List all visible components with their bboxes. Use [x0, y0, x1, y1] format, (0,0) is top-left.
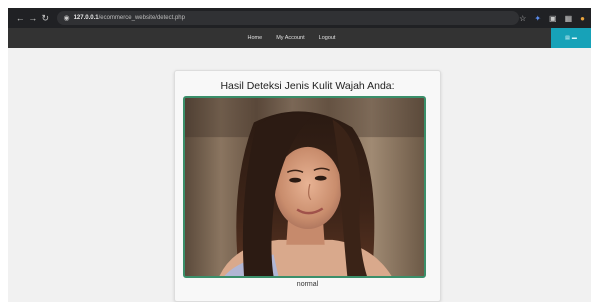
nav-logout-link[interactable]: Logout [319, 35, 336, 41]
page-content: Hasil Deteksi Jenis Kulit Wajah Anda: no… [8, 48, 591, 302]
profile-avatar-icon[interactable]: ● [580, 14, 585, 23]
detection-result: normal [296, 281, 319, 288]
url-path: /ecommerce_website/detect.php [98, 15, 185, 21]
bookmark-star-icon[interactable]: ☆ [519, 14, 526, 23]
cart-icon: ▤ [565, 35, 570, 41]
arrow-right-icon[interactable]: → [26, 13, 38, 23]
result-card: Hasil Deteksi Jenis Kulit Wajah Anda: no… [174, 70, 441, 302]
result-title: Hasil Deteksi Jenis Kulit Wajah Anda: [220, 80, 395, 92]
reload-icon[interactable]: ↻ [39, 13, 51, 24]
nav-my-account-link[interactable]: My Account [276, 35, 304, 41]
nav-home-link[interactable]: Home [248, 35, 263, 41]
cart-button[interactable]: ▤ ▬ [551, 28, 591, 48]
cart-label: ▬ [571, 35, 577, 41]
arrow-left-icon[interactable]: ← [14, 13, 26, 23]
site-info-icon[interactable]: ◉ [63, 14, 69, 22]
browser-toolbar: ← → ↻ ◉ 127.0.0.1 /ecommerce_website/det… [8, 8, 591, 28]
face-photo-image [185, 98, 424, 276]
extensions-puzzle-icon[interactable]: ▦ [565, 14, 573, 23]
extension-icons: ☆ ✦ ▣ ▦ ● [519, 14, 585, 23]
extension-icon[interactable]: ✦ [534, 14, 541, 23]
url-host: 127.0.0.1 [73, 15, 99, 21]
extension-icon[interactable]: ▣ [549, 14, 557, 23]
face-photo [183, 96, 426, 278]
nav-links: Home My Account Logout [248, 35, 336, 41]
address-bar[interactable]: ◉ 127.0.0.1 /ecommerce_website/detect.ph… [57, 11, 520, 25]
site-navbar: Home My Account Logout ▤ ▬ [8, 28, 591, 48]
